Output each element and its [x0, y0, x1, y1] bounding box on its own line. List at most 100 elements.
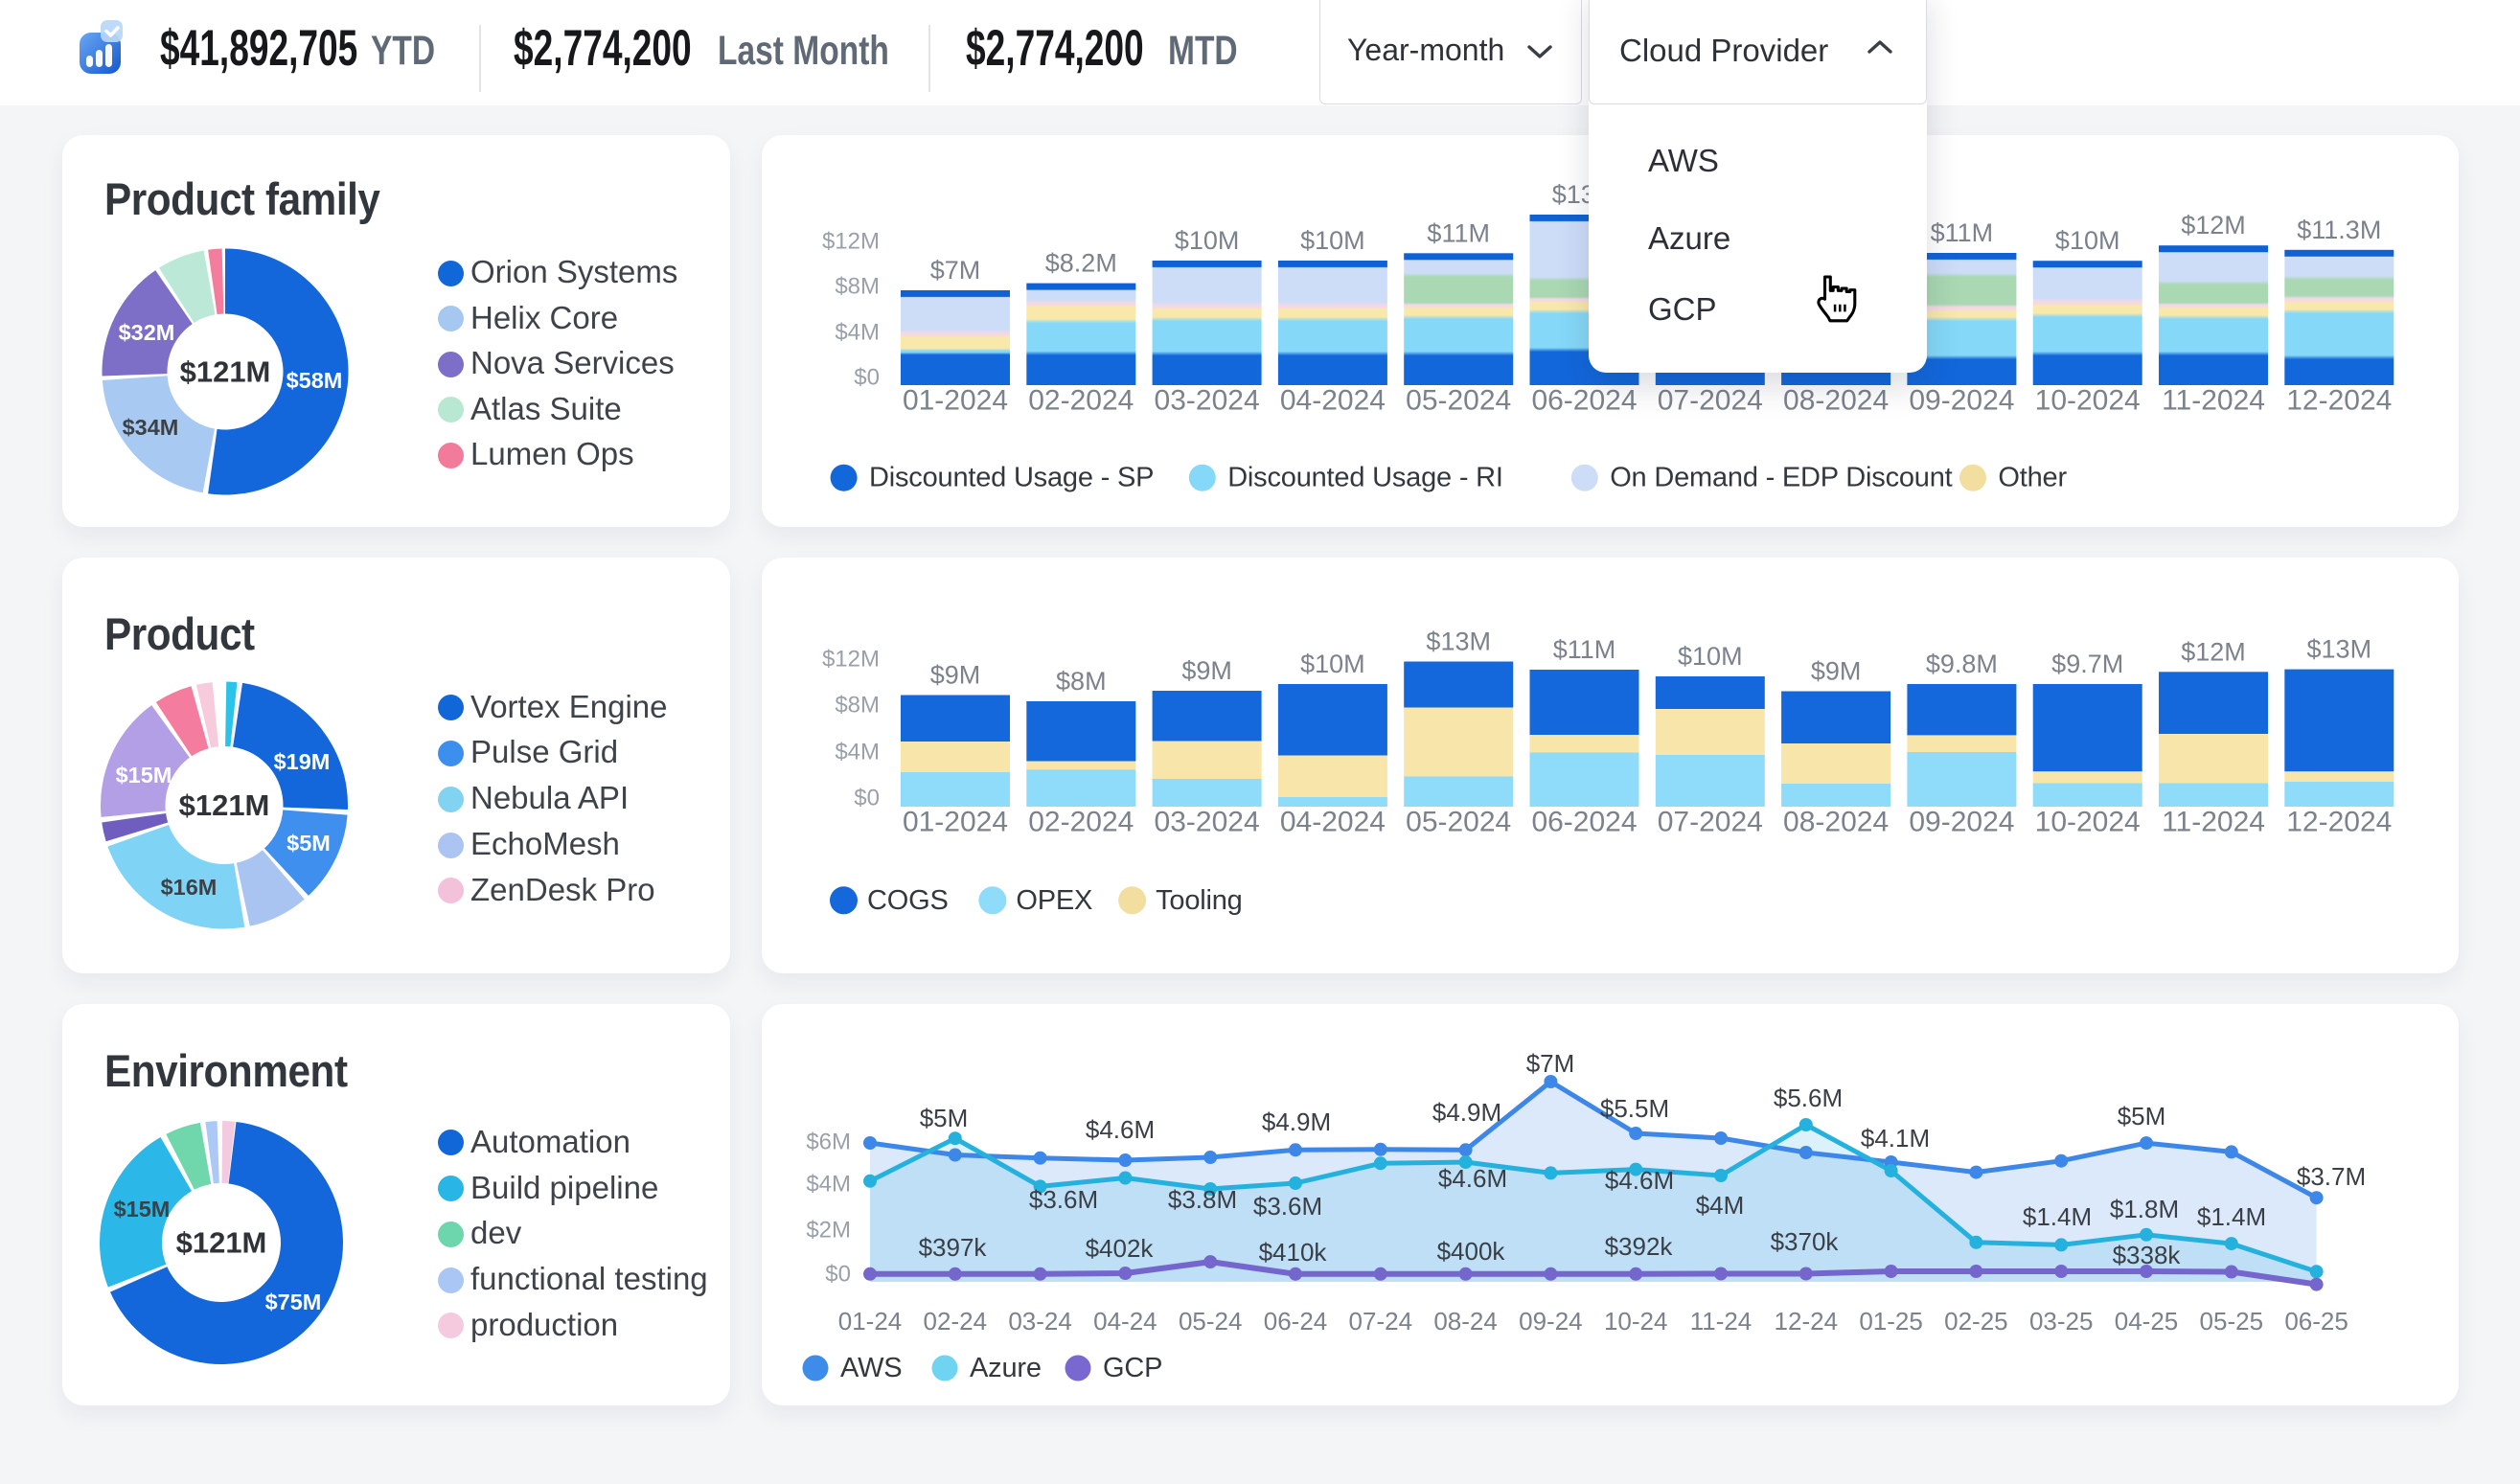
- svg-text:$13M: $13M: [1426, 628, 1491, 656]
- svg-text:$5M: $5M: [2118, 1102, 2166, 1130]
- svg-text:05-2024: 05-2024: [1406, 385, 1511, 417]
- svg-text:02-24: 02-24: [924, 1307, 988, 1336]
- svg-text:06-25: 06-25: [2284, 1307, 2348, 1336]
- svg-text:On Demand - EDP Discount: On Demand - EDP Discount: [1610, 463, 1952, 493]
- svg-text:$8.2M: $8.2M: [1045, 249, 1117, 278]
- svg-text:$4.9M: $4.9M: [1262, 1107, 1331, 1136]
- svg-text:06-2024: 06-2024: [1531, 807, 1637, 838]
- svg-text:$10M: $10M: [2055, 226, 2120, 255]
- svg-text:04-2024: 04-2024: [1280, 385, 1386, 417]
- svg-text:Discounted Usage - SP: Discounted Usage - SP: [869, 463, 1154, 493]
- svg-text:$9M: $9M: [930, 661, 981, 690]
- svg-text:Tooling: Tooling: [1156, 885, 1243, 916]
- svg-text:$0: $0: [854, 365, 880, 391]
- svg-text:$12M: $12M: [2181, 637, 2246, 666]
- svg-text:$8M: $8M: [835, 274, 880, 300]
- svg-text:$3.6M: $3.6M: [1253, 1192, 1322, 1221]
- svg-text:07-24: 07-24: [1349, 1307, 1413, 1336]
- svg-text:09-24: 09-24: [1519, 1307, 1583, 1336]
- svg-text:$16M: $16M: [161, 875, 218, 900]
- svg-text:$400k: $400k: [1437, 1237, 1506, 1266]
- svg-text:$10M: $10M: [1678, 642, 1743, 671]
- svg-text:03-25: 03-25: [2029, 1307, 2094, 1336]
- svg-text:$15M: $15M: [116, 763, 172, 788]
- svg-text:AWS: AWS: [840, 1353, 902, 1383]
- svg-text:$3.8M: $3.8M: [1168, 1185, 1237, 1214]
- svg-text:$397k: $397k: [919, 1233, 988, 1262]
- svg-text:Discounted Usage - RI: Discounted Usage - RI: [1227, 463, 1503, 493]
- svg-text:03-2024: 03-2024: [1155, 807, 1260, 838]
- svg-text:$4.6M: $4.6M: [1086, 1115, 1155, 1144]
- svg-text:12-2024: 12-2024: [2286, 385, 2392, 417]
- svg-text:$11M: $11M: [1427, 218, 1490, 247]
- svg-text:$121M: $121M: [180, 355, 271, 389]
- svg-text:04-24: 04-24: [1093, 1307, 1157, 1336]
- svg-text:$121M: $121M: [176, 1226, 267, 1260]
- svg-text:$121M: $121M: [179, 788, 270, 822]
- svg-text:$4M: $4M: [835, 740, 880, 765]
- svg-text:$13M: $13M: [2307, 635, 2372, 664]
- svg-text:$10M: $10M: [1300, 650, 1365, 678]
- svg-text:06-24: 06-24: [1264, 1307, 1328, 1336]
- svg-text:05-25: 05-25: [2200, 1307, 2264, 1336]
- svg-text:04-25: 04-25: [2115, 1307, 2179, 1336]
- svg-text:COGS: COGS: [867, 885, 949, 916]
- svg-text:$410k: $410k: [1259, 1238, 1328, 1267]
- svg-text:$1.4M: $1.4M: [2197, 1202, 2266, 1231]
- svg-text:05-24: 05-24: [1179, 1307, 1243, 1336]
- svg-text:07-2024: 07-2024: [1658, 385, 1763, 417]
- svg-text:08-2024: 08-2024: [1783, 385, 1889, 417]
- svg-text:01-2024: 01-2024: [903, 385, 1008, 417]
- svg-text:$34M: $34M: [123, 415, 179, 440]
- svg-text:$8M: $8M: [835, 693, 880, 719]
- svg-text:06-2024: 06-2024: [1531, 385, 1637, 417]
- svg-text:$5M: $5M: [286, 831, 331, 856]
- svg-text:Azure: Azure: [970, 1353, 1042, 1383]
- svg-text:$1.4M: $1.4M: [2023, 1202, 2092, 1231]
- svg-text:$3.7M: $3.7M: [2297, 1162, 2366, 1191]
- svg-text:$1.8M: $1.8M: [2110, 1195, 2179, 1223]
- svg-text:03-24: 03-24: [1008, 1307, 1072, 1336]
- svg-text:12-24: 12-24: [1775, 1307, 1839, 1336]
- svg-text:$392k: $392k: [1605, 1232, 1674, 1261]
- svg-text:$4.1M: $4.1M: [1861, 1124, 1930, 1153]
- svg-text:$0: $0: [854, 786, 880, 811]
- svg-text:$12M: $12M: [822, 229, 880, 255]
- svg-text:11-2024: 11-2024: [2162, 385, 2265, 417]
- svg-text:$9M: $9M: [1181, 656, 1232, 685]
- svg-text:$32M: $32M: [119, 320, 175, 345]
- svg-text:Other: Other: [1998, 463, 2067, 493]
- svg-text:$3.6M: $3.6M: [1029, 1185, 1098, 1214]
- svg-text:$8M: $8M: [1056, 667, 1107, 696]
- svg-text:08-2024: 08-2024: [1783, 807, 1889, 838]
- svg-text:$0: $0: [825, 1262, 851, 1288]
- svg-text:$2M: $2M: [806, 1218, 851, 1244]
- svg-text:10-2024: 10-2024: [2035, 807, 2141, 838]
- svg-text:04-2024: 04-2024: [1280, 807, 1386, 838]
- svg-text:$11M: $11M: [1553, 635, 1616, 664]
- svg-text:11-2024: 11-2024: [2162, 807, 2265, 838]
- svg-text:02-2024: 02-2024: [1028, 385, 1134, 417]
- svg-text:$58M: $58M: [286, 368, 343, 393]
- svg-text:GCP: GCP: [1103, 1353, 1162, 1383]
- svg-text:$11M: $11M: [1931, 218, 1994, 247]
- svg-text:$12M: $12M: [2181, 211, 2246, 240]
- svg-text:02-2024: 02-2024: [1028, 807, 1134, 838]
- svg-text:01-2024: 01-2024: [903, 807, 1008, 838]
- svg-text:$338k: $338k: [2113, 1241, 2182, 1269]
- svg-text:03-2024: 03-2024: [1155, 385, 1260, 417]
- svg-text:$15M: $15M: [114, 1197, 171, 1221]
- svg-text:10-2024: 10-2024: [2035, 385, 2141, 417]
- svg-text:$4.6M: $4.6M: [1605, 1166, 1674, 1195]
- svg-text:$6M: $6M: [806, 1130, 851, 1155]
- svg-text:$370k: $370k: [1771, 1227, 1840, 1256]
- svg-text:09-2024: 09-2024: [1909, 807, 2014, 838]
- svg-text:11-24: 11-24: [1690, 1307, 1753, 1336]
- svg-text:$10M: $10M: [1175, 226, 1240, 255]
- svg-text:01-25: 01-25: [1859, 1307, 1923, 1336]
- svg-text:07-2024: 07-2024: [1658, 807, 1763, 838]
- svg-text:$12M: $12M: [822, 647, 880, 673]
- svg-text:$402k: $402k: [1086, 1234, 1155, 1263]
- svg-text:$7M: $7M: [1526, 1049, 1575, 1078]
- svg-text:$10M: $10M: [1300, 226, 1365, 255]
